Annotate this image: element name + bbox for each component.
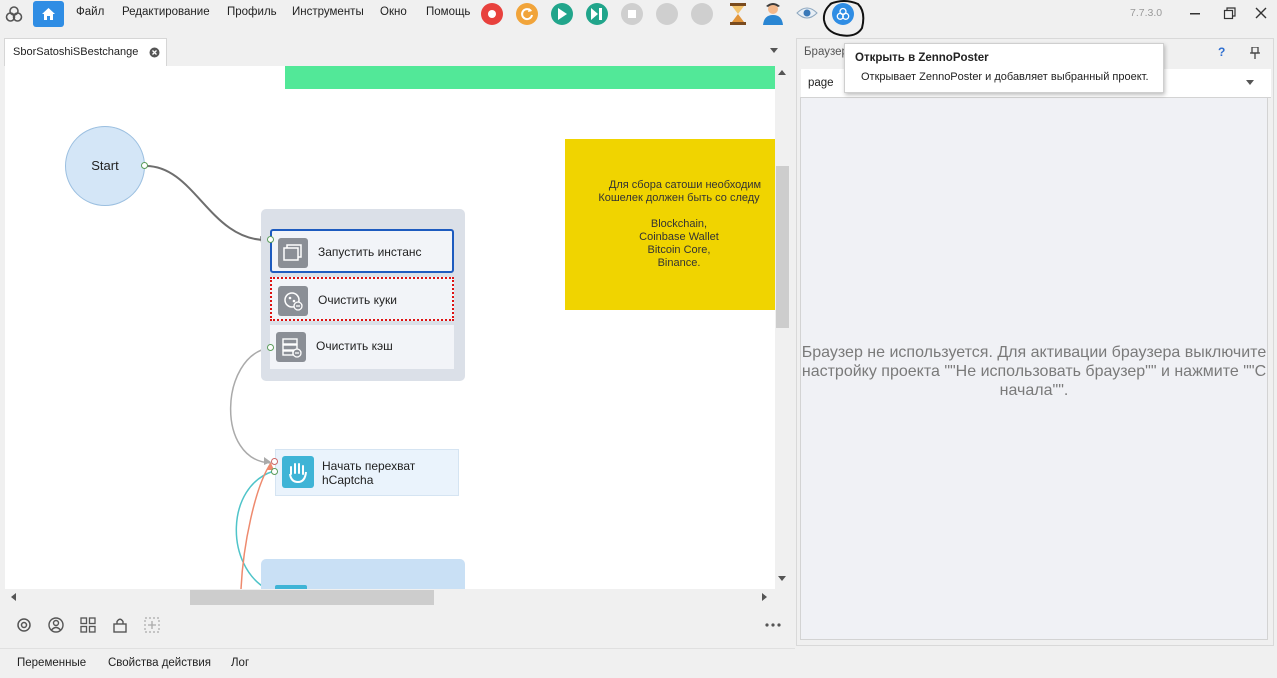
grid-icon[interactable] xyxy=(80,617,96,633)
app-logo-icon xyxy=(5,6,23,22)
note-line: Для сбора сатоши необходим xyxy=(608,179,762,191)
stop-icon[interactable] xyxy=(621,3,643,25)
action-group[interactable]: Запустить инстанс Очистить куки Очистить… xyxy=(261,209,465,381)
record-icon[interactable] xyxy=(481,3,503,25)
refresh-icon[interactable] xyxy=(516,3,538,25)
disabled-circle-icon[interactable] xyxy=(691,3,713,25)
disabled-circle-icon[interactable] xyxy=(656,3,678,25)
menu-file[interactable]: Файл xyxy=(76,6,104,18)
lock-icon[interactable] xyxy=(112,617,128,633)
database-icon xyxy=(276,332,306,362)
menu-edit[interactable]: Редактирование xyxy=(122,6,210,18)
start-output-port[interactable] xyxy=(141,162,148,169)
step-icon[interactable] xyxy=(586,3,608,25)
hand-icon xyxy=(282,456,314,488)
tooltip-title: Открыть в ZennoPoster xyxy=(855,52,989,64)
scroll-right-icon[interactable] xyxy=(762,593,768,601)
action-start-instance[interactable]: Запустить инстанс xyxy=(270,229,454,273)
tooltip-text: Открывает ZennoPoster и добавляет выбран… xyxy=(861,71,1149,83)
note-line: Blockchain, xyxy=(650,218,708,230)
hcaptcha-output-port[interactable] xyxy=(271,468,278,475)
profile-icon[interactable] xyxy=(48,617,64,633)
input-port[interactable] xyxy=(267,236,274,243)
tab-page[interactable]: page xyxy=(808,77,834,89)
version-label: 7.7.3.0 xyxy=(1130,7,1163,19)
home-icon xyxy=(42,8,55,20)
close-icon[interactable] xyxy=(1253,5,1269,21)
eye-icon[interactable] xyxy=(796,5,818,21)
cookie-icon xyxy=(278,286,308,316)
action-group-partial[interactable] xyxy=(261,559,465,589)
menu-window[interactable]: Окно xyxy=(380,6,407,18)
tab-log[interactable]: Лог xyxy=(231,657,249,669)
menu-profile[interactable]: Профиль xyxy=(227,6,277,18)
note-line: Bitcoin Core, xyxy=(647,244,711,256)
vertical-scrollbar[interactable] xyxy=(775,66,790,589)
close-tab-icon[interactable] xyxy=(149,47,160,58)
action-hcaptcha[interactable]: Начать перехват hCaptcha xyxy=(275,449,459,496)
note-line: Binance. xyxy=(657,257,701,269)
tab-variables[interactable]: Переменные xyxy=(17,657,86,669)
pin-icon[interactable] xyxy=(1250,47,1260,59)
start-node[interactable]: Start xyxy=(65,126,145,206)
output-port[interactable] xyxy=(267,344,274,351)
menu-help[interactable]: Помощь xyxy=(426,6,470,18)
browser-disabled-message: Браузер не используется. Для активации б… xyxy=(801,344,1267,399)
browser-tabs-dropdown-icon[interactable] xyxy=(1246,80,1254,86)
scroll-up-icon[interactable] xyxy=(778,70,786,76)
hcaptcha-input-port[interactable] xyxy=(271,458,278,465)
tabs-dropdown-icon[interactable] xyxy=(770,48,778,54)
window-icon xyxy=(278,238,308,268)
canvas-tools xyxy=(5,606,790,644)
note-line: Кошелек должен быть со следу xyxy=(598,192,760,204)
tab-project-label: SborSatoshiSBestchange xyxy=(13,46,139,58)
hourglass-icon[interactable] xyxy=(729,3,747,25)
add-block-icon[interactable] xyxy=(144,617,160,633)
home-button[interactable] xyxy=(33,1,64,27)
browser-panel-title: Браузер xyxy=(804,46,848,58)
play-icon[interactable] xyxy=(551,3,573,25)
note-line: Coinbase Wallet xyxy=(639,231,719,243)
vertical-scroll-thumb[interactable] xyxy=(776,166,789,328)
action-clear-cookies[interactable]: Очистить куки xyxy=(270,277,454,321)
help-button[interactable]: ? xyxy=(1218,45,1225,59)
scroll-left-icon[interactable] xyxy=(11,593,17,601)
horizontal-scroll-thumb[interactable] xyxy=(190,590,434,605)
zennoposter-icon[interactable] xyxy=(832,3,854,25)
start-node-label: Start xyxy=(91,158,119,173)
document-tabs: SborSatoshiSBestchange xyxy=(0,38,790,66)
action-label: Очистить куки xyxy=(318,293,397,307)
hcaptcha-label-line1: Начать перехват xyxy=(322,459,416,473)
restore-icon[interactable] xyxy=(1221,5,1237,21)
bottom-tabs: Переменные Свойства действия Лог xyxy=(0,648,795,678)
horizontal-scrollbar[interactable] xyxy=(5,589,775,606)
action-label: Запустить инстанс xyxy=(318,245,422,259)
action-label: Очистить кэш xyxy=(316,339,393,353)
action-clear-cache[interactable]: Очистить кэш xyxy=(270,325,454,369)
sticky-note[interactable]: Для сбора сатоши необходим Кошелек долже… xyxy=(565,139,775,310)
more-icon[interactable] xyxy=(765,623,781,627)
tab-project[interactable]: SborSatoshiSBestchange xyxy=(4,38,167,66)
menu-tools[interactable]: Инструменты xyxy=(292,6,364,18)
tooltip: Открыть в ZennoPoster Открывает ZennoPos… xyxy=(844,43,1164,93)
browser-view: Браузер не используется. Для активации б… xyxy=(800,97,1268,640)
settings-icon[interactable] xyxy=(16,617,32,633)
project-canvas[interactable]: Start Запустить инстанс Очистить куки Оч… xyxy=(5,66,775,589)
top-toolbar: Файл Редактирование Профиль Инструменты … xyxy=(0,0,1277,37)
hcaptcha-label-line2: hCaptcha xyxy=(322,473,374,487)
user-icon[interactable] xyxy=(762,2,784,26)
minimize-icon[interactable] xyxy=(1187,5,1203,21)
tab-action-properties[interactable]: Свойства действия xyxy=(108,657,211,669)
scroll-down-icon[interactable] xyxy=(778,576,786,582)
